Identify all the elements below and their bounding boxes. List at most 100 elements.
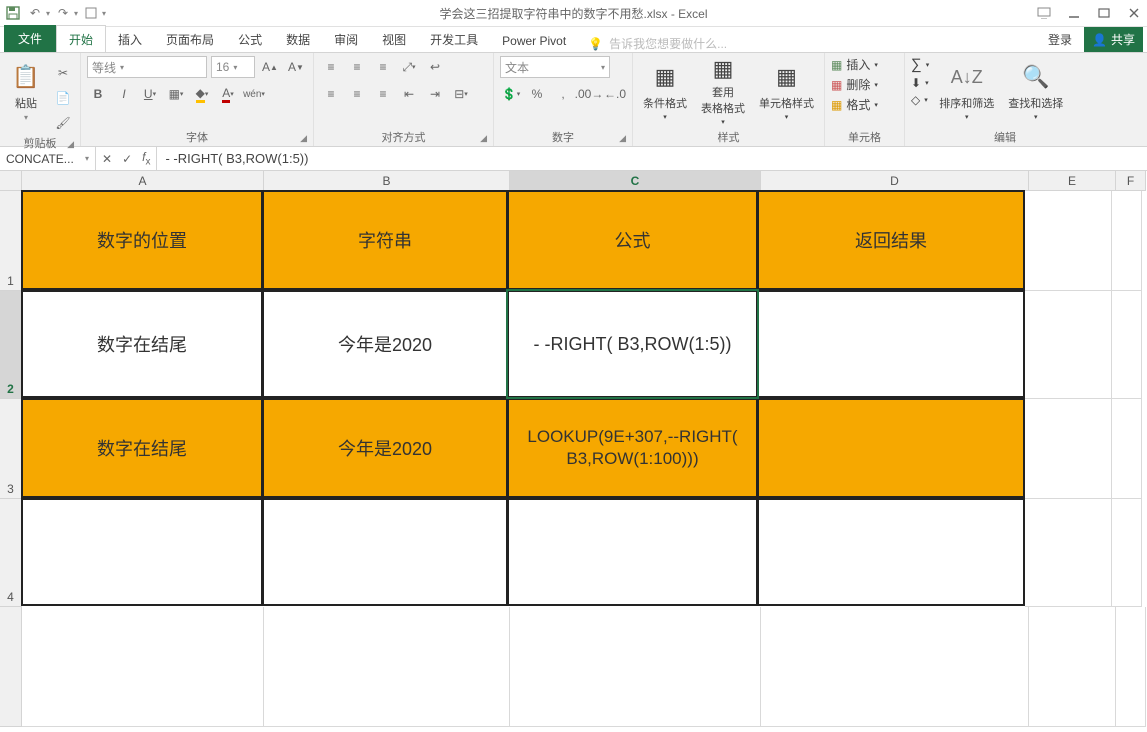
find-select-button[interactable]: 🔍查找和选择▾ [1004, 56, 1067, 126]
column-header-D[interactable]: D [761, 171, 1029, 191]
select-all-corner[interactable] [0, 171, 22, 191]
comma-icon[interactable]: , [552, 83, 574, 105]
column-header-A[interactable]: A [22, 171, 264, 191]
decrease-indent-icon[interactable]: ⇤ [398, 83, 420, 105]
undo-dropdown-icon[interactable]: ▾ [46, 9, 50, 18]
insert-cells-button[interactable]: ▦插入▾ [831, 56, 878, 73]
cell[interactable]: LOOKUP(9E+307,--RIGHT( B3,ROW(1:100))) [507, 398, 758, 498]
format-painter-icon[interactable]: 🖌 [52, 112, 74, 134]
font-launcher-icon[interactable]: ◢ [300, 133, 307, 144]
cell[interactable] [757, 498, 1025, 606]
cell[interactable] [1116, 607, 1146, 727]
cell[interactable]: 字符串 [262, 190, 508, 290]
align-right-icon[interactable]: ≡ [372, 83, 394, 105]
tab-power-pivot[interactable]: Power Pivot [490, 29, 578, 52]
tab-insert[interactable]: 插入 [106, 26, 154, 52]
name-box-caret-icon[interactable]: ▾ [85, 154, 89, 163]
cell[interactable]: 返回结果 [757, 190, 1025, 290]
cell[interactable] [761, 607, 1029, 727]
cell[interactable]: 数字的位置 [21, 190, 263, 290]
tab-page-layout[interactable]: 页面布局 [154, 26, 226, 52]
column-header-C[interactable]: C [510, 171, 761, 191]
align-left-icon[interactable]: ≡ [320, 83, 342, 105]
maximize-icon[interactable] [1095, 4, 1113, 22]
sort-filter-button[interactable]: A↓Z排序和筛选▾ [935, 56, 998, 126]
column-header-F[interactable]: F [1116, 171, 1146, 191]
paste-dropdown-icon[interactable]: ▾ [24, 113, 28, 122]
formula-input[interactable]: - -RIGHT( B3,ROW(1:5)) [157, 147, 1147, 170]
qat-customize-icon[interactable]: ▾ [102, 9, 106, 18]
paste-button[interactable]: 📋 粘贴 ▾ [6, 56, 46, 126]
cell[interactable] [1112, 499, 1142, 607]
row-header-3[interactable]: 3 [0, 399, 22, 499]
cell[interactable] [1025, 399, 1112, 499]
cell[interactable] [1029, 607, 1116, 727]
number-launcher-icon[interactable]: ◢ [619, 133, 626, 144]
cell[interactable] [510, 607, 761, 727]
align-bottom-icon[interactable]: ≡ [372, 56, 394, 78]
touch-mode-icon[interactable] [82, 4, 100, 22]
fx-icon[interactable]: fx [142, 150, 150, 167]
cell[interactable] [757, 290, 1025, 398]
wrap-text-icon[interactable]: ↩ [424, 56, 446, 78]
cell-style-button[interactable]: ▦单元格样式▾ [755, 56, 818, 126]
cell[interactable]: 今年是2020 [262, 398, 508, 498]
cut-icon[interactable]: ✂ [52, 62, 74, 84]
align-top-icon[interactable]: ≡ [320, 56, 342, 78]
font-name-combo[interactable]: 等线▾ [87, 56, 207, 78]
ribbon-options-icon[interactable] [1035, 4, 1053, 22]
row-header-2[interactable]: 2 [0, 291, 22, 399]
bold-icon[interactable]: B [87, 83, 109, 105]
tab-file[interactable]: 文件 [4, 25, 56, 52]
orientation-icon[interactable]: ⤢▾ [398, 56, 420, 78]
tab-view[interactable]: 视图 [370, 26, 418, 52]
spreadsheet[interactable]: ABCDEF 1234 数字的位置字符串公式返回结果数字在结尾今年是2020- … [0, 171, 1147, 732]
row-header-[interactable] [0, 607, 22, 727]
column-header-E[interactable]: E [1029, 171, 1116, 191]
underline-icon[interactable]: U▾ [139, 83, 161, 105]
cell[interactable]: 公式 [507, 190, 758, 290]
cell[interactable] [757, 398, 1025, 498]
increase-font-icon[interactable]: A▲ [259, 56, 281, 78]
tab-developer[interactable]: 开发工具 [418, 26, 490, 52]
format-cells-button[interactable]: ▦格式▾ [831, 96, 878, 113]
autosum-button[interactable]: ∑▾ [911, 56, 929, 73]
share-button[interactable]: 👤 共享 [1084, 27, 1143, 52]
cell[interactable] [1025, 191, 1112, 291]
border-icon[interactable]: ▦▾ [165, 83, 187, 105]
decrease-font-icon[interactable]: A▼ [285, 56, 307, 78]
save-icon[interactable] [4, 4, 22, 22]
conditional-format-button[interactable]: ▦条件格式▾ [639, 56, 691, 126]
increase-decimal-icon[interactable]: .00→ [578, 83, 600, 105]
redo-icon[interactable]: ↷ [54, 4, 72, 22]
cell[interactable] [264, 607, 510, 727]
increase-indent-icon[interactable]: ⇥ [424, 83, 446, 105]
tab-data[interactable]: 数据 [274, 26, 322, 52]
row-header-1[interactable]: 1 [0, 191, 22, 291]
cell[interactable]: 数字在结尾 [21, 398, 263, 498]
currency-icon[interactable]: 💲▾ [500, 83, 522, 105]
column-header-B[interactable]: B [264, 171, 510, 191]
cell[interactable]: 数字在结尾 [21, 290, 263, 398]
minimize-icon[interactable] [1065, 4, 1083, 22]
row-header-4[interactable]: 4 [0, 499, 22, 607]
cell[interactable] [21, 498, 263, 606]
cell[interactable] [1025, 499, 1112, 607]
cell[interactable] [262, 498, 508, 606]
phonetic-icon[interactable]: wén▾ [243, 83, 265, 105]
close-icon[interactable] [1125, 4, 1143, 22]
font-size-combo[interactable]: 16▾ [211, 56, 255, 78]
clear-button[interactable]: ◇▾ [911, 93, 929, 107]
redo-dropdown-icon[interactable]: ▾ [74, 9, 78, 18]
cell[interactable]: 今年是2020 [262, 290, 508, 398]
cell[interactable] [1112, 399, 1142, 499]
cancel-formula-icon[interactable]: ✕ [102, 152, 112, 166]
clipboard-launcher-icon[interactable]: ◢ [67, 139, 74, 150]
merge-icon[interactable]: ⊟▾ [450, 83, 472, 105]
cell[interactable] [22, 607, 264, 727]
alignment-launcher-icon[interactable]: ◢ [480, 133, 487, 144]
cell[interactable] [1025, 291, 1112, 399]
delete-cells-button[interactable]: ▦删除▾ [831, 76, 878, 93]
tab-review[interactable]: 审阅 [322, 26, 370, 52]
cell[interactable] [507, 498, 758, 606]
